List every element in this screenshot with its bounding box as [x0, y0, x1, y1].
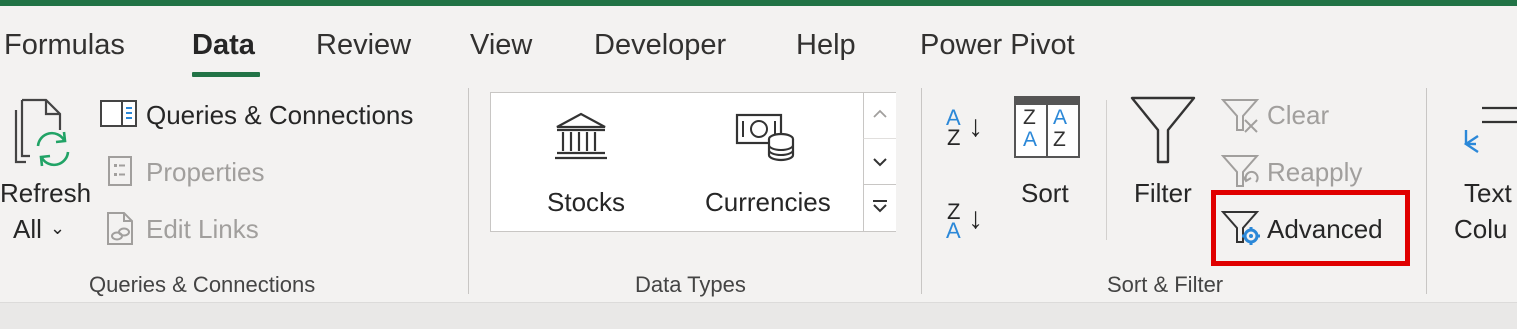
- chevron-down-icon: ⌄: [50, 218, 66, 238]
- group-separator: [468, 88, 469, 294]
- group-label-data-types: Data Types: [635, 272, 746, 297]
- edit-links-icon: [107, 212, 133, 245]
- chevron-up-icon: [873, 109, 887, 118]
- clear-label: Clear: [1267, 100, 1330, 130]
- properties-label: Properties: [146, 157, 265, 187]
- refresh-all-label-line1: Refresh: [0, 178, 92, 208]
- text-to-columns-label-line1: Text: [1464, 178, 1512, 208]
- tab-view[interactable]: View: [470, 28, 532, 62]
- edit-links-label: Edit Links: [146, 214, 259, 244]
- active-tab-indicator: [192, 72, 260, 77]
- gallery-scroll-down-button[interactable]: [863, 139, 896, 185]
- tab-formulas[interactable]: Formulas: [4, 28, 125, 62]
- group-separator: [921, 88, 922, 294]
- reapply-label: Reapply: [1267, 157, 1363, 187]
- clear-filter-icon: [1221, 99, 1260, 133]
- tab-help[interactable]: Help: [796, 28, 856, 62]
- tab-data[interactable]: Data: [192, 28, 255, 62]
- ribbon-bottom-edge: [0, 302, 1517, 329]
- stocks-label: Stocks: [547, 187, 626, 217]
- group-separator: [1426, 88, 1427, 294]
- highlight-box: [1211, 190, 1410, 266]
- stocks-bank-icon: [555, 112, 607, 160]
- text-to-columns-icon: [1463, 106, 1517, 153]
- gallery-scroll-up-button[interactable]: [863, 93, 896, 139]
- sort-az-bottom-letter: Z: [947, 125, 961, 150]
- chevron-down-icon: [873, 158, 887, 167]
- arrow-down-icon: ↓: [968, 110, 983, 143]
- sort-dialog-icon: Z A A Z: [1014, 96, 1080, 158]
- text-to-columns-label-line2: Colu: [1454, 214, 1508, 244]
- refresh-all-label-line2: All: [13, 214, 42, 244]
- currencies-icon: [735, 113, 795, 162]
- queries-pane-icon: [100, 100, 137, 127]
- filter-label: Filter: [1134, 178, 1192, 208]
- filter-funnel-icon: [1130, 96, 1196, 164]
- group-label-sort-filter: Sort & Filter: [1107, 272, 1224, 297]
- refresh-icon: [14, 98, 70, 167]
- data-types-gallery: Stocks Currencies: [490, 92, 896, 232]
- queries-connections-label: Queries & Connections: [146, 100, 414, 130]
- tab-review[interactable]: Review: [316, 28, 411, 62]
- group-label-queries-connections: Queries & Connections: [89, 272, 316, 297]
- ribbon-body: Refresh All ⌄ Queries & Connections Prop…: [0, 84, 1517, 302]
- gallery-more-icon: [873, 200, 887, 213]
- ribbon-tabs: Formulas Data Review View Developer Help…: [0, 6, 1517, 84]
- tab-power-pivot[interactable]: Power Pivot: [920, 28, 1075, 62]
- sort-label: Sort: [1021, 178, 1069, 208]
- arrow-down-icon: ↓: [968, 202, 983, 235]
- currencies-label: Currencies: [705, 187, 831, 217]
- tab-developer[interactable]: Developer: [594, 28, 726, 62]
- reapply-icon: [1221, 155, 1260, 187]
- properties-icon: [108, 156, 132, 186]
- divider: [1106, 100, 1107, 240]
- gallery-expand-button[interactable]: [863, 185, 896, 231]
- sort-za-bottom-letter: A: [946, 218, 961, 243]
